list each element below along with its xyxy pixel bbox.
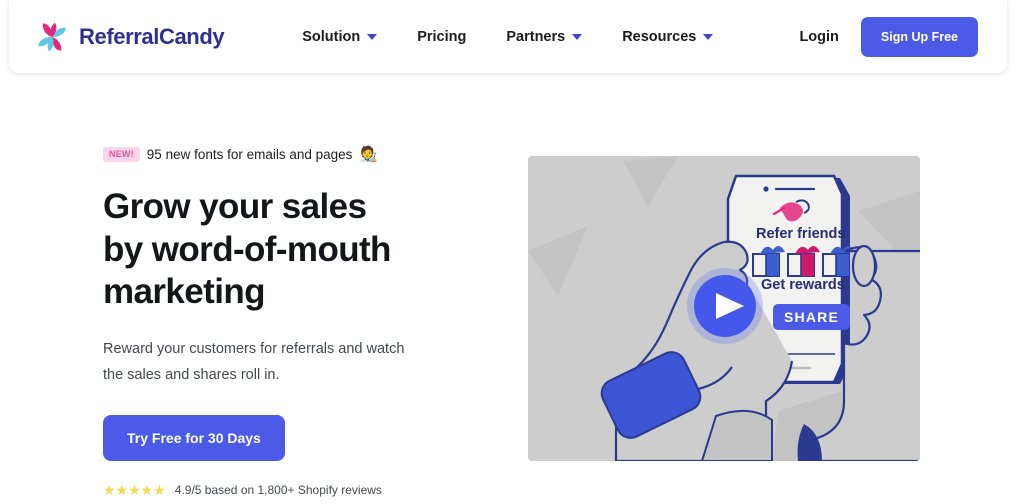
announcement-text: 95 new fonts for emails and pages [146,146,353,162]
nav-label: Resources [622,28,697,45]
nav-item-solution[interactable]: Solution [302,28,378,45]
site-header: ReferralCandy Solution Pricing Partners … [9,0,1007,73]
rating-text: 4.9/5 based on 1,800+ Shopify reviews [174,482,382,497]
try-free-button[interactable]: Try Free for 30 Days [103,414,285,461]
nav-item-resources[interactable]: Resources [622,28,714,45]
nav-item-pricing[interactable]: Pricing [417,29,466,45]
main-navigation: Solution Pricing Partners Resources [302,28,714,45]
star-rating-icon: ★★★★★ [103,481,166,498]
hero-subheading: Reward your customers for referrals and … [103,341,405,384]
referralcandy-pinwheel-logo-icon [38,22,66,51]
nav-label: Pricing [417,28,467,45]
page-root: ReferralCandy Solution Pricing Partners … [0,0,1024,504]
new-badge: NEW! [103,146,140,162]
brand-logo-link[interactable]: ReferralCandy [34,19,225,55]
brand-name: ReferralCandy [79,23,225,49]
page-title: Grow your sales by word-of-mouth marketi… [103,187,391,312]
artist-emoji-icon: 🧑‍🎨 [359,145,379,163]
signup-free-button[interactable]: Sign Up Free [860,16,978,57]
hero-video-thumbnail[interactable]: Refer friends Get rewards SHARE [528,156,920,461]
chevron-down-icon [367,33,378,40]
play-button-icon[interactable] [694,275,756,337]
login-link[interactable]: Login [799,29,838,45]
chevron-down-icon [703,33,714,40]
chevron-down-icon [572,33,583,40]
header-actions: Login Sign Up Free [799,16,978,57]
announcement-banner[interactable]: NEW! 95 new fonts for emails and pages 🧑… [103,143,453,165]
rating-row: ★★★★★ 4.9/5 based on 1,800+ Shopify revi… [103,483,453,497]
nav-label: Partners [506,28,566,45]
nav-label: Solution [302,28,361,45]
hero-content: NEW! 95 new fonts for emails and pages 🧑… [103,143,453,497]
nav-item-partners[interactable]: Partners [506,28,583,45]
